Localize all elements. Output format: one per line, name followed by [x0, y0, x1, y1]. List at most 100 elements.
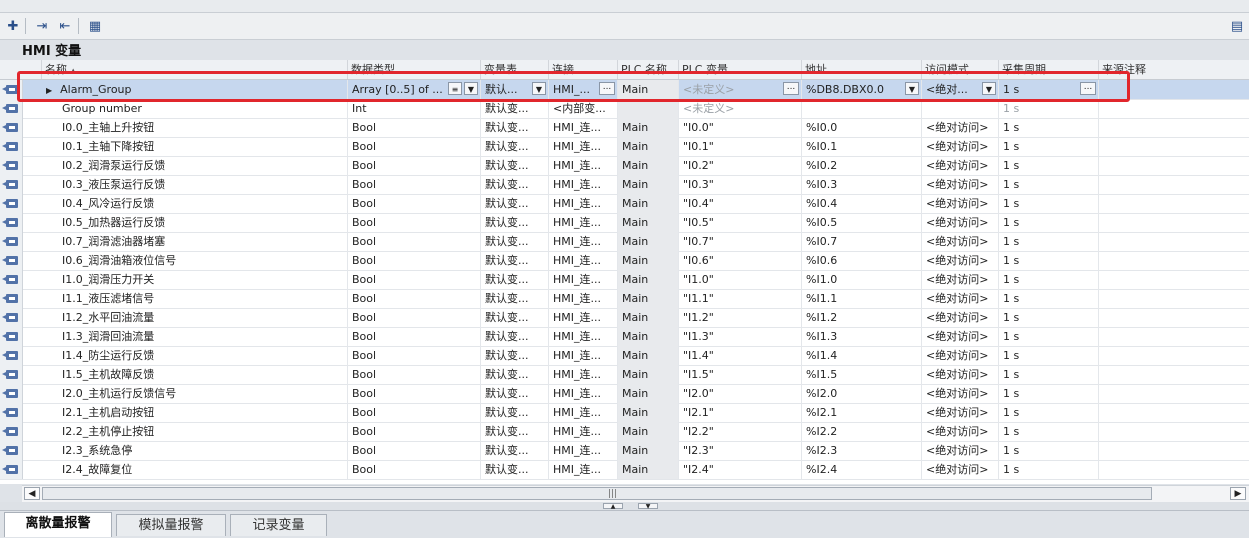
cell-cycle[interactable]: 1 s [999, 327, 1099, 346]
panel-splitter[interactable]: ▲ ▼ [0, 502, 1249, 510]
cell-comment[interactable] [1099, 80, 1249, 99]
cell-plc-tag[interactable]: "I0.3" [679, 175, 802, 194]
cell-address[interactable]: %I0.6 [802, 251, 922, 270]
dropdown-arrow-icon[interactable]: ▼ [532, 82, 546, 95]
cell-table[interactable]: 默认变... [481, 194, 549, 213]
cell-comment[interactable] [1099, 99, 1249, 118]
row-selector[interactable] [0, 327, 23, 346]
cell-connection[interactable]: HMI_连... [549, 194, 618, 213]
cell-plc-tag[interactable]: "I1.0" [679, 270, 802, 289]
cell-plc-name[interactable]: Main [618, 422, 679, 441]
cell-access[interactable]: <绝对访问> [922, 118, 999, 137]
cell-plc-name[interactable]: Main [618, 270, 679, 289]
cell-comment[interactable] [1099, 327, 1249, 346]
cell-table[interactable]: 默认变... [481, 270, 549, 289]
cell-name[interactable]: I2.4_故障复位 [42, 460, 348, 479]
cell-name[interactable]: I0.1_主轴下降按钮 [42, 137, 348, 156]
cell-plc-name[interactable]: Main [618, 403, 679, 422]
dropdown-arrow-icon[interactable]: ▼ [905, 82, 919, 95]
cell-cycle[interactable]: 1 s [999, 308, 1099, 327]
cell-plc-name[interactable]: Main [618, 194, 679, 213]
row-selector[interactable] [0, 289, 23, 308]
cell-table[interactable]: 默认变... [481, 422, 549, 441]
tab-analog-alarms[interactable]: 模拟量报警 [116, 514, 226, 536]
cell-access[interactable]: <绝对访问> [922, 327, 999, 346]
cell-comment[interactable] [1099, 441, 1249, 460]
cell-datatype[interactable]: Bool [348, 403, 481, 422]
cell-table[interactable]: 默认变... [481, 251, 549, 270]
cell-address[interactable]: %I0.4 [802, 194, 922, 213]
cell-table[interactable]: 默认变... [481, 308, 549, 327]
cell-plc-name[interactable]: Main [618, 213, 679, 232]
cell-name[interactable]: I1.2_水平回油流量 [42, 308, 348, 327]
cell-plc-name[interactable]: Main [618, 137, 679, 156]
cell-name[interactable]: I1.4_防尘运行反馈 [42, 346, 348, 365]
cell-datatype[interactable]: Bool [348, 384, 481, 403]
row-selector[interactable] [0, 441, 23, 460]
cell-plc-tag[interactable]: "I1.2" [679, 308, 802, 327]
cell-cycle[interactable]: 1 s [999, 194, 1099, 213]
cell-comment[interactable] [1099, 403, 1249, 422]
column-header-name[interactable]: 名称 ▲ [42, 60, 348, 79]
cell-plc-name[interactable]: Main [618, 460, 679, 479]
cell-datatype[interactable]: Bool [348, 308, 481, 327]
cell-plc-tag[interactable]: "I0.5" [679, 213, 802, 232]
cell-datatype[interactable]: Bool [348, 156, 481, 175]
tab-logging-tags[interactable]: 记录变量 [230, 514, 327, 536]
cell-cycle[interactable]: 1 s [999, 346, 1099, 365]
cell-name[interactable]: I2.0_主机运行反馈信号 [42, 384, 348, 403]
cell-cycle[interactable]: 1 s [999, 213, 1099, 232]
cell-datatype[interactable]: Bool [348, 232, 481, 251]
cell-access[interactable]: <绝对访问> [922, 441, 999, 460]
cell-cycle[interactable]: 1 s [999, 289, 1099, 308]
cell-access[interactable]: <绝对访问> [922, 289, 999, 308]
row-selector[interactable] [0, 232, 23, 251]
cell-comment[interactable] [1099, 213, 1249, 232]
cell-access[interactable]: <绝对访问> [922, 403, 999, 422]
column-header-connection[interactable]: 连接 [549, 60, 618, 79]
scroll-right-icon[interactable]: ▶ [1230, 487, 1246, 500]
collapse-up-icon[interactable]: ▲ [603, 503, 623, 510]
cell-name[interactable]: I1.0_润滑压力开关 [42, 270, 348, 289]
cell-table[interactable]: 默认变... [481, 384, 549, 403]
dropdown-arrow-icon[interactable]: ▼ [982, 82, 996, 95]
cell-name[interactable]: I0.2_润滑泵运行反馈 [42, 156, 348, 175]
cell-access[interactable]: <绝对访问> [922, 346, 999, 365]
cell-table[interactable]: 默认... ▼ [481, 80, 549, 99]
browse-button[interactable]: ... [1080, 82, 1096, 95]
cell-cycle[interactable]: 1 s... [999, 80, 1099, 99]
cell-comment[interactable] [1099, 308, 1249, 327]
cell-comment[interactable] [1099, 118, 1249, 137]
cell-address[interactable]: %I1.2 [802, 308, 922, 327]
cell-plc-tag[interactable]: "I1.1" [679, 289, 802, 308]
cell-address[interactable]: %I2.1 [802, 403, 922, 422]
cell-table[interactable]: 默认变... [481, 365, 549, 384]
cell-datatype[interactable]: Bool [348, 365, 481, 384]
cell-address[interactable]: %I2.4 [802, 460, 922, 479]
table-row[interactable]: I0.0_主轴上升按钮 Bool 默认变... HMI_连... Main "I0.0"%… [0, 118, 1249, 138]
column-header-comment[interactable]: 来源注释 [1099, 60, 1249, 79]
cell-cycle[interactable]: 1 s [999, 175, 1099, 194]
cell-access[interactable]: <绝对访问> [922, 460, 999, 479]
row-selector[interactable] [0, 460, 23, 479]
cell-access[interactable]: <绝对访问> [922, 156, 999, 175]
cell-cycle[interactable]: 1 s [999, 384, 1099, 403]
table-row[interactable]: I0.5_加热器运行反馈 Bool 默认变... HMI_连... Main "I0.5"… [0, 213, 1249, 233]
cell-table[interactable]: 默认变... [481, 213, 549, 232]
column-header-table[interactable]: 变量表 [481, 60, 549, 79]
cell-datatype[interactable]: Bool [348, 346, 481, 365]
row-selector[interactable] [0, 137, 23, 156]
cell-plc-tag[interactable]: "I2.1" [679, 403, 802, 422]
horizontal-scrollbar[interactable]: ◀ ||| ▶ [22, 485, 1249, 503]
cell-comment[interactable] [1099, 289, 1249, 308]
cell-access[interactable]: <绝对访问> [922, 175, 999, 194]
cell-datatype[interactable]: Bool [348, 422, 481, 441]
cell-plc-name[interactable]: Main [618, 251, 679, 270]
column-header-cycle[interactable]: 采集周期 [999, 60, 1099, 79]
cell-access[interactable]: <绝对访问> [922, 365, 999, 384]
cell-address[interactable]: %I1.3 [802, 327, 922, 346]
cell-plc-name[interactable]: Main [618, 346, 679, 365]
row-selector[interactable] [0, 99, 23, 118]
cell-plc-name[interactable]: Main [618, 308, 679, 327]
cell-plc-tag[interactable]: "I2.3" [679, 441, 802, 460]
